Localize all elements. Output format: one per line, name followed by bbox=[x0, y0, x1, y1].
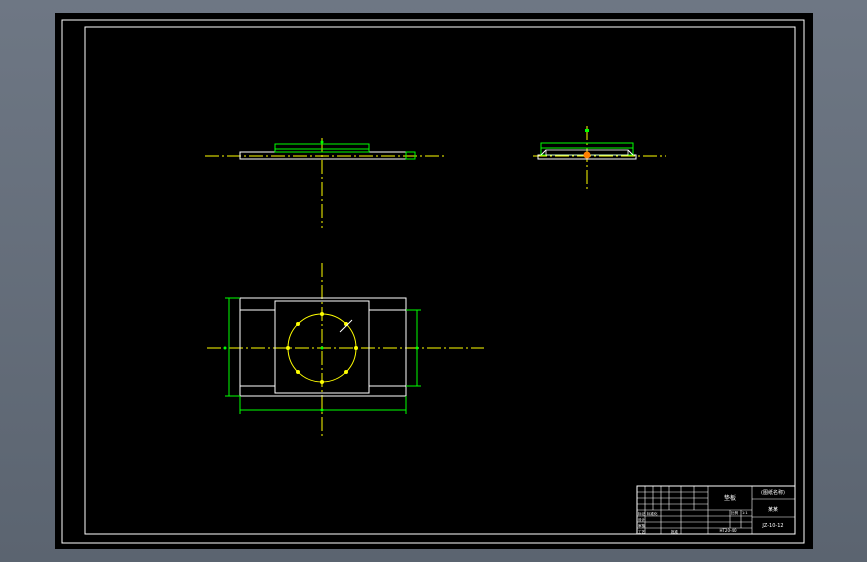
grid-label-design: 设计 bbox=[638, 517, 646, 522]
title-block-drawing-number: JZ-10-12 bbox=[761, 523, 783, 529]
bolt-hole bbox=[286, 346, 290, 350]
model-space-background bbox=[55, 13, 813, 549]
bolt-hole bbox=[320, 380, 324, 384]
grid-label-process: 工艺 bbox=[638, 529, 646, 534]
bolt-hole bbox=[320, 312, 324, 316]
bolt-hole bbox=[296, 370, 300, 374]
side-view-selected-grip[interactable] bbox=[583, 151, 591, 159]
title-block-material: HT20-40 bbox=[719, 528, 737, 533]
grid-label-mark: 标记 bbox=[638, 511, 646, 516]
top-view-center-point bbox=[320, 346, 324, 350]
dim-left-mark bbox=[223, 346, 227, 350]
grid-label-standard: 标准化 bbox=[647, 511, 658, 516]
grid-label-approve: 批准 bbox=[671, 529, 679, 534]
cad-drawing-canvas[interactable]: 标记 设计 审核 工艺 标准化 批准 比例 1:1 垫板 (图纸名称) 某某 J… bbox=[0, 0, 867, 562]
cad-viewport[interactable]: 标记 设计 审核 工艺 标准化 批准 比例 1:1 垫板 (图纸名称) 某某 J… bbox=[0, 0, 867, 562]
bolt-hole bbox=[296, 322, 300, 326]
bolt-hole bbox=[354, 346, 358, 350]
bolt-hole bbox=[344, 370, 348, 374]
title-block-part-name: 垫板 bbox=[724, 494, 736, 502]
title-block[interactable]: 标记 设计 审核 工艺 标准化 批准 比例 1:1 垫板 (图纸名称) 某某 J… bbox=[636, 485, 796, 535]
title-block-project-title: (图纸名称) bbox=[761, 489, 785, 496]
front-view-center-mark bbox=[320, 140, 324, 144]
dim-width-center-mark bbox=[320, 408, 324, 412]
dim-right-mark bbox=[415, 346, 419, 350]
grid-label-review: 审核 bbox=[638, 523, 646, 528]
grid-label-scale-value: 1:1 bbox=[742, 511, 748, 515]
side-view-top-mark bbox=[585, 129, 589, 132]
grid-label-scale: 比例 bbox=[731, 510, 739, 515]
title-block-company: 某某 bbox=[768, 507, 778, 513]
